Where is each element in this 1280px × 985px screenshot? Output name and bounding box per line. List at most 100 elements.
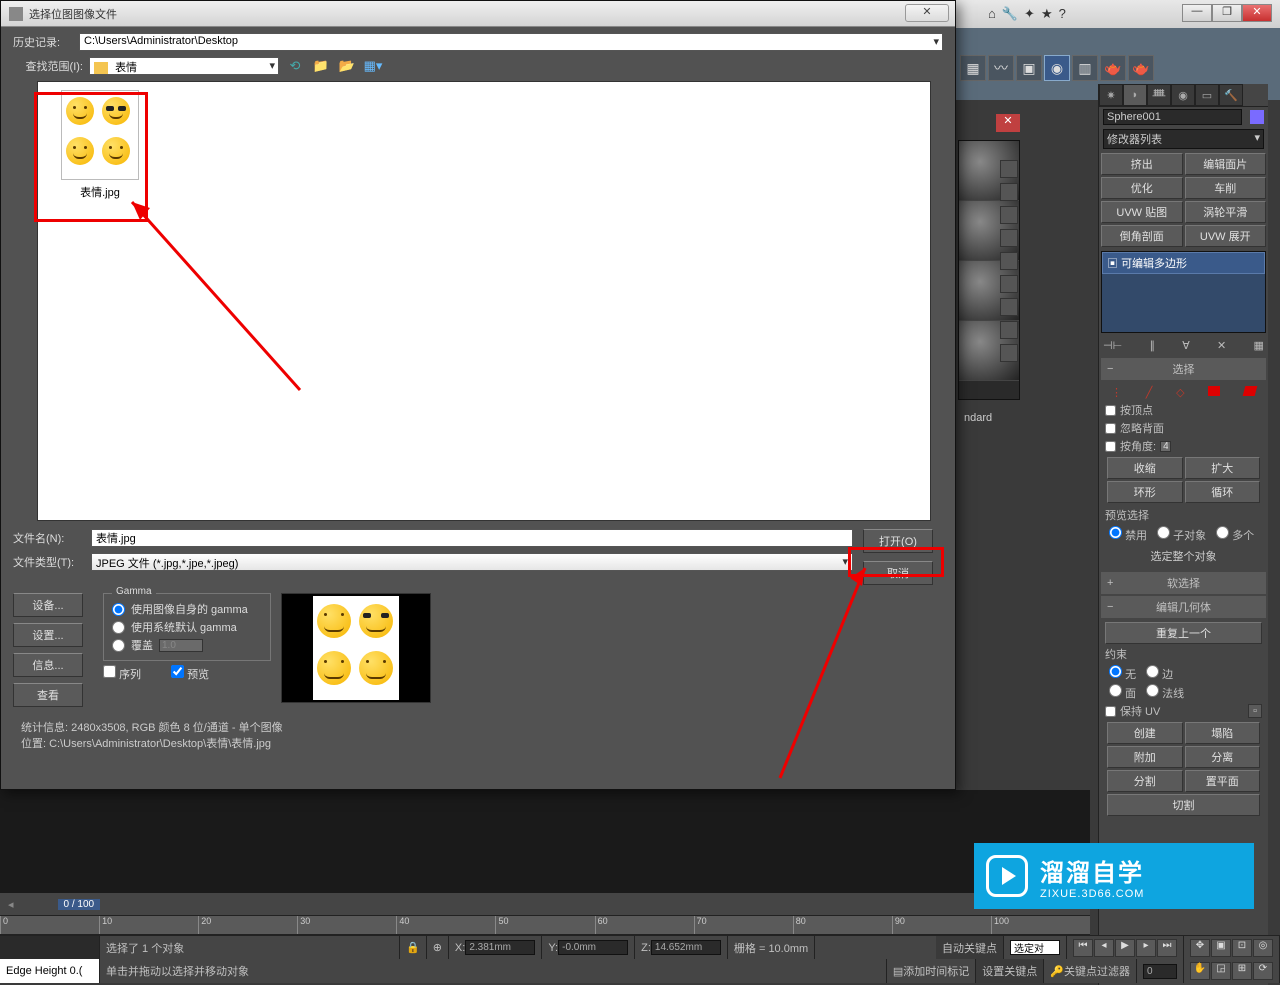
mat-tool-icon[interactable]	[1000, 229, 1018, 247]
next-frame-icon[interactable]: ▸	[1136, 939, 1156, 957]
mat-tool-icon[interactable]	[1000, 344, 1018, 362]
angle-spinner[interactable]	[1160, 441, 1171, 452]
stack-item[interactable]: ▣ 可编辑多边形	[1102, 252, 1265, 274]
modify-tab-icon[interactable]: ◗	[1123, 84, 1147, 106]
cut-button[interactable]: 切割	[1107, 794, 1260, 816]
keep-uv-check[interactable]: 保持 UV ▫	[1105, 702, 1262, 720]
history-dropdown[interactable]: C:\Users\Administrator\Desktop	[79, 33, 943, 51]
maximize-button[interactable]: ❐	[1212, 4, 1242, 22]
add-time-tag[interactable]: 添加时间标记	[903, 963, 969, 979]
sparkle-icon[interactable]: ✦	[1024, 6, 1035, 22]
edit-geom-rollout[interactable]: 编辑几何体	[1156, 599, 1211, 615]
nav-icon[interactable]: ⊡	[1232, 939, 1252, 957]
nav-icon[interactable]: ⟳	[1253, 962, 1273, 980]
open-button[interactable]: 打开(O)	[863, 529, 933, 553]
material-editor-close[interactable]: ✕	[996, 114, 1020, 132]
mod-bevelprofile-button[interactable]: 倒角剖面	[1101, 225, 1183, 247]
up-folder-icon[interactable]: 📁	[311, 57, 331, 75]
tool-icon[interactable]: ▦	[960, 55, 986, 81]
mod-lathe-button[interactable]: 车削	[1185, 177, 1267, 199]
modifier-stack[interactable]: ▣ 可编辑多边形	[1101, 251, 1266, 333]
nav-icon[interactable]: ◲	[1211, 962, 1231, 980]
y-input[interactable]	[558, 940, 628, 955]
c-normal-radio[interactable]: 法线	[1146, 684, 1184, 701]
mod-uvwmap-button[interactable]: UVW 贴图	[1101, 201, 1183, 223]
gamma-override-radio[interactable]: 覆盖	[112, 636, 262, 654]
mat-tool-icon[interactable]	[1000, 252, 1018, 270]
lock-icon[interactable]: 🔒	[406, 941, 420, 954]
slice-plane-button[interactable]: 置平面	[1185, 770, 1261, 792]
config-icon[interactable]: ▦	[1254, 339, 1264, 352]
nav-icon[interactable]: ▣	[1211, 939, 1231, 957]
vertex-icon[interactable]: ⋮	[1111, 386, 1122, 399]
filetype-dropdown[interactable]: JPEG 文件 (*.jpg,*.jpe,*.jpeg)	[91, 553, 853, 571]
polygon-icon[interactable]	[1208, 386, 1220, 396]
display-tab-icon[interactable]: ▭	[1195, 84, 1219, 106]
show-icon[interactable]: ∥	[1149, 339, 1155, 352]
loop-button[interactable]: 循环	[1185, 481, 1261, 503]
remove-icon[interactable]: ✕	[1217, 339, 1226, 352]
mat-tool-icon[interactable]	[1000, 298, 1018, 316]
edge-icon[interactable]: ╱	[1146, 386, 1153, 399]
frame-input[interactable]	[1143, 964, 1177, 979]
mod-turbosmooth-button[interactable]: 涡轮平滑	[1185, 201, 1267, 223]
timeline-bar[interactable]: ◂ 0 / 100	[0, 893, 1090, 915]
star-icon[interactable]: ★	[1041, 6, 1053, 22]
object-color-swatch[interactable]	[1250, 110, 1264, 124]
tool-icon[interactable]: ▣	[1016, 55, 1042, 81]
by-angle-check[interactable]: 按角度:	[1105, 437, 1262, 455]
mod-extrude-button[interactable]: 挤出	[1101, 153, 1183, 175]
z-input[interactable]	[651, 940, 721, 955]
create-button[interactable]: 创建	[1107, 722, 1183, 744]
motion-tab-icon[interactable]: ◉	[1171, 84, 1195, 106]
sequence-check[interactable]: 序列	[103, 665, 141, 682]
shrink-button[interactable]: 收缩	[1107, 457, 1183, 479]
setup-button[interactable]: 设置...	[13, 623, 83, 647]
nav-icon[interactable]: ◎	[1253, 939, 1273, 957]
nav-icon[interactable]: ✋	[1190, 962, 1210, 980]
key-filters-button[interactable]: 关键点过滤器	[1064, 963, 1130, 979]
mat-tool-icon[interactable]	[1000, 206, 1018, 224]
element-icon[interactable]	[1243, 386, 1258, 396]
x-input[interactable]	[465, 940, 535, 955]
mod-uvwunwrap-button[interactable]: UVW 展开	[1185, 225, 1267, 247]
autokey-button[interactable]: 自动关键点	[936, 936, 1004, 959]
setkey-button[interactable]: 设置关键点	[976, 959, 1044, 983]
mod-editpatch-button[interactable]: 编辑面片	[1185, 153, 1267, 175]
viewport[interactable]	[0, 790, 1090, 895]
coord-icon[interactable]: ⊕	[433, 941, 442, 954]
slice-button[interactable]: 分割	[1107, 770, 1183, 792]
soft-sel-rollout[interactable]: 软选择	[1167, 575, 1200, 591]
dialog-close-button[interactable]: ✕	[905, 4, 949, 22]
attach-button[interactable]: 附加	[1107, 746, 1183, 768]
nav-icon[interactable]: ⊞	[1232, 962, 1252, 980]
help-icon[interactable]: ?	[1059, 6, 1066, 22]
gamma-override-spinner[interactable]	[159, 639, 203, 652]
preview-check[interactable]: 预览	[171, 665, 209, 682]
minimize-button[interactable]: —	[1182, 4, 1212, 22]
script-icon[interactable]: ▤	[893, 965, 903, 978]
file-item[interactable]: 表情.jpg	[46, 90, 154, 200]
tool-icon[interactable]: ▥	[1072, 55, 1098, 81]
mat-tool-icon[interactable]	[1000, 275, 1018, 293]
hierarchy-tab-icon[interactable]: ᚙ	[1147, 84, 1171, 106]
view-menu-icon[interactable]: ▦▾	[363, 57, 383, 75]
border-icon[interactable]: ◇	[1176, 386, 1184, 399]
selection-rollout-title[interactable]: 选择	[1173, 361, 1195, 377]
selset-dropdown[interactable]	[1010, 940, 1060, 955]
utilities-tab-icon[interactable]: 🔨	[1219, 84, 1243, 106]
app-close-button[interactable]: ✕	[1242, 4, 1272, 22]
modifier-list-dropdown[interactable]: 修改器列表 ▾	[1103, 129, 1264, 149]
ignore-backfacing-check[interactable]: 忽略背面	[1105, 419, 1262, 437]
view-button[interactable]: 查看	[13, 683, 83, 707]
detach-button[interactable]: 分离	[1185, 746, 1261, 768]
repeat-last-button[interactable]: 重复上一个	[1105, 622, 1262, 644]
back-icon[interactable]: ⟲	[285, 57, 305, 75]
device-button[interactable]: 设备...	[13, 593, 83, 617]
ps-disable-radio[interactable]: 禁用	[1109, 526, 1147, 543]
goto-end-icon[interactable]: ⏭	[1157, 939, 1177, 957]
key-icon[interactable]: 🔑	[1050, 965, 1064, 978]
cancel-button[interactable]: 取消	[863, 561, 933, 585]
goto-start-icon[interactable]: ⏮	[1073, 939, 1093, 957]
create-tab-icon[interactable]: ✷	[1099, 84, 1123, 106]
